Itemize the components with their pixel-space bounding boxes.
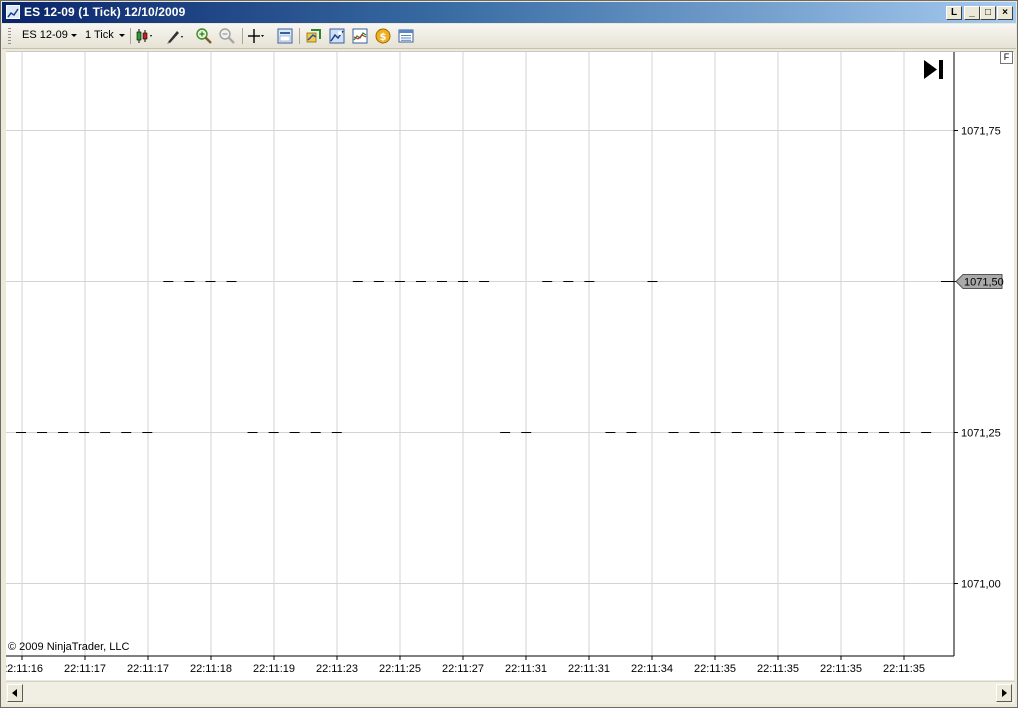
x-tick-label: 22:11:25 [379,663,421,675]
chevron-down-icon[interactable] [71,34,77,37]
x-tick-label: 22:11:35 [694,663,736,675]
interval-selector[interactable]: 1 Tick [85,29,114,41]
scroll-to-end-icon[interactable] [924,60,943,79]
horizontal-scrollbar[interactable] [6,681,1015,704]
x-tick-label: 22:11:34 [631,663,673,675]
x-tick-label: 22:11:35 [757,663,799,675]
arrow-left-icon [12,689,17,697]
chart-toolbar: ES 12-09 1 Tick $ [2,24,1016,49]
toolbar-separator [242,28,243,44]
svg-text:$: $ [380,32,387,43]
chevron-down-icon[interactable] [119,34,125,37]
current-price-label: 1071,50 [964,277,1004,289]
x-tick-label: 22:11:35 [883,663,925,675]
play-triangle [924,60,937,79]
toolbar-grip[interactable] [8,28,11,44]
y-tick-label: 1071,25 [961,428,1001,440]
title-bar[interactable]: ES 12-09 (1 Tick) 12/10/2009 L _ □ × [2,2,1016,23]
zoom-in-icon[interactable] [195,27,213,45]
x-tick-label: 22:11:16 [6,663,43,675]
drawing-tools-icon[interactable] [165,27,183,45]
window-title: ES 12-09 (1 Tick) 12/10/2009 [24,5,186,19]
chart-window: ES 12-09 (1 Tick) 12/10/2009 L _ □ × ES … [0,0,1018,708]
x-tick-label: 22:11:31 [505,663,547,675]
x-tick-label: 22:11:35 [820,663,862,675]
copyright-text: © 2009 NinjaTrader, LLC [8,641,130,653]
x-tick-label: 22:11:17 [127,663,169,675]
strategies-icon[interactable] [328,27,346,45]
scroll-left-button[interactable] [7,684,23,702]
properties-icon[interactable] [276,27,294,45]
chart-trader-icon[interactable] [351,27,369,45]
link-button[interactable]: L [946,6,962,20]
x-tick-label: 22:11:31 [568,663,610,675]
x-tick-label: 22:11:23 [316,663,358,675]
x-tick-label: 22:11:18 [190,663,232,675]
x-tick-label: 22:11:17 [64,663,106,675]
toolbar-separator [299,28,300,44]
y-tick-label: 1071,75 [961,126,1001,138]
indicators-icon[interactable] [305,27,323,45]
close-button[interactable]: × [997,6,1013,20]
fullscreen-button[interactable]: F [1000,51,1013,64]
app-icon [6,5,20,19]
arrow-right-icon [1002,689,1007,697]
x-tick-label: 22:11:27 [442,663,484,675]
minimize-button[interactable]: _ [964,6,980,20]
data-box-icon[interactable] [397,27,415,45]
order-icon[interactable]: $ [374,27,392,45]
price-chart[interactable]: 1071,75 1071,50 1071,25 1071,00 22:11:16 22:1… [6,52,1014,680]
chart-panel[interactable]: 1071,75 1071,50 1071,25 1071,00 22:11:16 22:1… [6,51,1014,680]
scroll-right-button[interactable] [996,684,1012,702]
x-tick-label: 22:11:19 [253,663,295,675]
zoom-out-icon[interactable] [218,27,236,45]
candlestick-style-icon[interactable] [135,27,153,45]
crosshair-icon[interactable] [247,27,265,45]
toolbar-separator [130,28,131,44]
end-bar [939,60,943,79]
y-tick-label: 1071,00 [961,579,1001,591]
maximize-button[interactable]: □ [980,6,996,20]
instrument-selector[interactable]: ES 12-09 [22,29,68,41]
